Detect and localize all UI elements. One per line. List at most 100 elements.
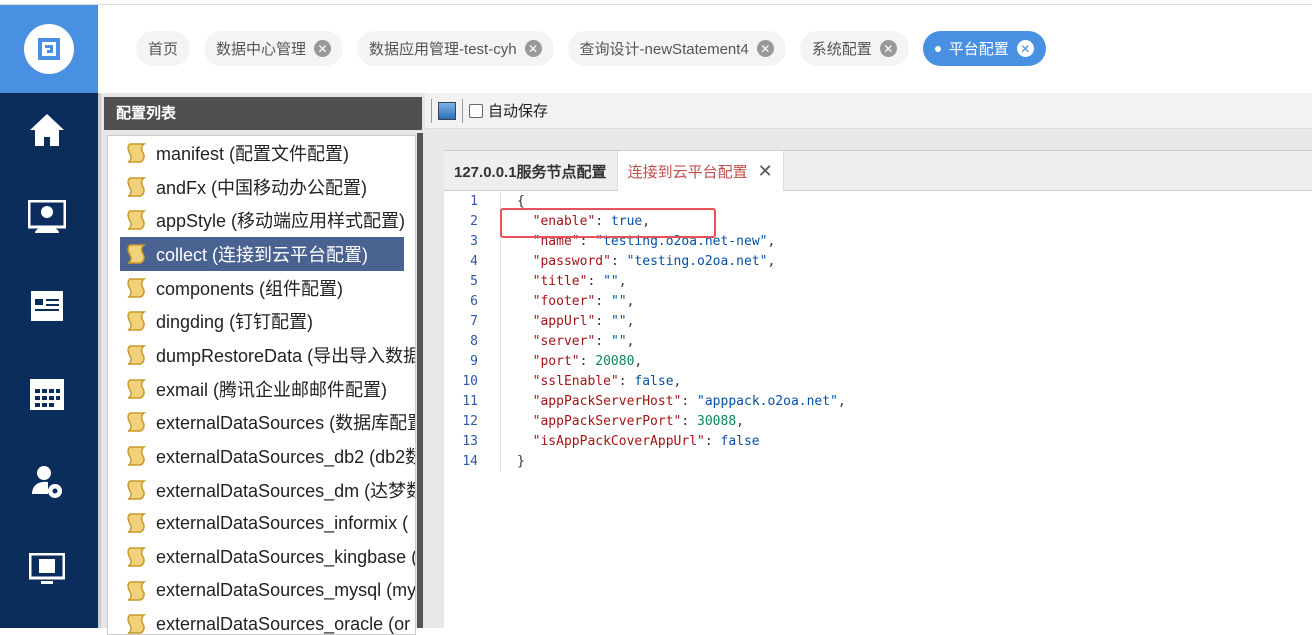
list-item[interactable]: externalDataSources (数据库配置	[108, 406, 415, 440]
tab-label: 查询设计-newStatement4	[579, 41, 749, 58]
tab-0[interactable]: 首页	[136, 31, 191, 66]
code-token: ,	[626, 334, 635, 349]
list-item[interactable]: externalDataSources_informix (	[108, 507, 415, 541]
config-list: manifest (配置文件配置) andFx (中国移动办公配置) appStyl…	[107, 135, 416, 635]
monitor-user-icon[interactable]	[25, 195, 69, 239]
code-token: :	[595, 294, 611, 309]
code-token: ,	[626, 294, 635, 309]
code-token: "apppack.o2oa.net"	[697, 394, 838, 409]
save-icon[interactable]	[438, 101, 456, 120]
list-item[interactable]: exmail (腾讯企业邮邮件配置)	[108, 372, 415, 406]
code-token: }	[517, 454, 525, 469]
code-token: ""	[603, 274, 619, 289]
close-icon[interactable]: ✕	[524, 40, 542, 57]
calendar-icon[interactable]	[25, 371, 69, 415]
line-number: 9	[470, 354, 478, 369]
editor-tab-node-config[interactable]: 127.0.0.1服务节点配置	[444, 151, 617, 191]
scroll-icon	[125, 142, 147, 164]
screen-icon[interactable]	[25, 548, 69, 592]
scroll-icon	[125, 344, 147, 366]
line-number: 14	[462, 454, 478, 469]
top-border	[0, 0, 1312, 5]
item-label: dingding (钉钉配置)	[156, 312, 314, 333]
close-icon[interactable]: ✕	[314, 40, 332, 57]
list-item[interactable]: collect (连接到云平台配置)	[120, 237, 404, 271]
news-icon[interactable]	[25, 283, 69, 327]
app-logo[interactable]	[0, 5, 98, 93]
code-token: "title"	[532, 274, 588, 289]
line-content: "title": "",	[500, 272, 1312, 292]
scroll-icon	[125, 277, 147, 299]
scrollbar[interactable]	[417, 133, 423, 628]
code-token: :	[579, 354, 596, 369]
tab-4[interactable]: 系统配置 ✕	[799, 31, 909, 66]
code-token: ,	[767, 234, 776, 249]
code-token: ,	[626, 314, 635, 329]
scroll-icon	[125, 546, 147, 568]
scroll-icon	[125, 445, 147, 467]
code-token: :	[704, 434, 721, 449]
line-content: "appPackServerPort": 30088,	[500, 412, 1312, 432]
editor-tab-cloud-config[interactable]: 连接到云平台配置 ✕	[616, 151, 784, 191]
line-number: 12	[462, 414, 478, 429]
list-item[interactable]: appStyle (移动端应用样式配置)	[108, 203, 415, 237]
tab-3[interactable]: 查询设计-newStatement4 ✕	[567, 31, 786, 66]
tab-2[interactable]: 数据应用管理-test-cyh ✕	[357, 31, 554, 66]
home-icon[interactable]	[25, 108, 69, 152]
line-content: "sslEnable": false,	[500, 372, 1312, 392]
code-token: ""	[610, 294, 627, 309]
code-line: 10 "sslEnable": false,	[444, 372, 1312, 392]
code-token: "appPackServerPort"	[532, 414, 682, 429]
line-number: 8	[470, 334, 478, 349]
scroll-icon	[125, 176, 147, 198]
close-icon[interactable]: ✕	[758, 161, 773, 182]
list-item[interactable]: externalDataSources_dm (达梦数	[108, 473, 415, 507]
code-line: 11 "appPackServerHost": "apppack.o2oa.ne…	[444, 392, 1312, 412]
item-label: externalDataSources_db2 (db2数	[156, 447, 416, 468]
list-item[interactable]: externalDataSources_mysql (my	[108, 574, 415, 608]
user-settings-icon[interactable]	[25, 460, 69, 504]
logo-icon	[38, 38, 60, 60]
list-item[interactable]: externalDataSources_kingbase (	[108, 540, 415, 574]
item-label: externalDataSources_mysql (my	[156, 580, 416, 601]
scroll-icon	[125, 580, 147, 602]
item-label: externalDataSources_informix (	[156, 512, 409, 533]
code-token: ,	[767, 254, 776, 269]
list-item[interactable]: components (组件配置)	[108, 271, 415, 305]
code-line: 5 "title": "",	[444, 272, 1312, 292]
tab-label: 连接到云平台配置	[627, 163, 748, 181]
list-item[interactable]: externalDataSources_db2 (db2数	[108, 439, 415, 473]
tab-label: 数据中心管理	[216, 41, 307, 58]
code-token: 20080	[595, 354, 635, 369]
code-token: {	[517, 194, 525, 209]
code-token: ,	[634, 354, 643, 369]
list-item[interactable]: externalDataSources_oracle (or	[108, 608, 415, 634]
close-icon[interactable]: ✕	[756, 40, 774, 57]
code-token: false	[634, 374, 674, 389]
line-number: 11	[462, 394, 478, 409]
close-icon[interactable]: ✕	[1016, 40, 1034, 57]
code-token: ""	[610, 314, 627, 329]
autosave-checkbox[interactable]	[469, 103, 483, 118]
list-item[interactable]: manifest (配置文件配置)	[108, 136, 415, 170]
tab-label: 平台配置	[948, 41, 1009, 58]
code-line: 8 "server": "",	[444, 332, 1312, 352]
item-label: dumpRestoreData (导出导入数据	[156, 345, 416, 366]
item-label: andFx (中国移动办公配置)	[156, 177, 368, 198]
list-item[interactable]: andFx (中国移动办公配置)	[108, 170, 415, 204]
close-icon[interactable]: ✕	[879, 40, 897, 57]
code-token: :	[610, 254, 627, 269]
line-content: }	[500, 452, 1312, 472]
code-line: 14}	[444, 452, 1312, 472]
tab-5[interactable]: 平台配置 ✕	[922, 31, 1046, 66]
item-label: appStyle (移动端应用样式配置)	[156, 211, 406, 232]
list-item[interactable]: dingding (钉钉配置)	[108, 304, 415, 338]
item-label: collect (连接到云平台配置)	[156, 244, 369, 265]
list-item[interactable]: dumpRestoreData (导出导入数据	[108, 338, 415, 372]
code-token: "footer"	[532, 294, 596, 309]
tab-1[interactable]: 数据中心管理 ✕	[204, 31, 344, 66]
